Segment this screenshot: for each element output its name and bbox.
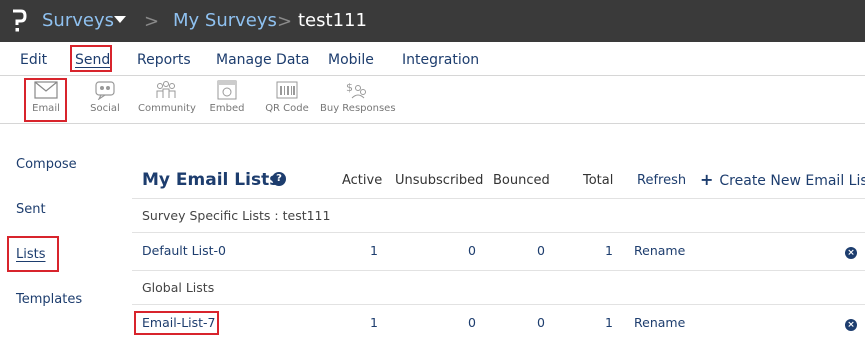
group-header-survey-specific: Survey Specific Lists : test111 [132,199,865,233]
table-row: Email-List-7 1 0 0 1 Rename × [132,305,865,343]
tool-community-label: Community [138,103,196,114]
menu-edit[interactable]: Edit [20,51,47,69]
column-header-unsubscribed: Unsubscribed [395,173,484,188]
breadcrumb-surveys[interactable]: Surveys [42,10,114,32]
embed-icon [217,80,237,100]
qr-code-icon [276,81,298,99]
page-title: My Email Lists [142,170,280,190]
column-header-bounced: Bounced [493,173,550,188]
top-bar: Surveys > My Surveys > test111 [0,0,865,42]
tool-buy-responses-label: Buy Responses [320,103,396,114]
sidebar-item-sent[interactable]: Sent [16,201,46,219]
menu-manage-data[interactable]: Manage Data [216,51,310,69]
delete-icon[interactable]: × [845,247,857,259]
breadcrumb-separator-2: > [277,11,293,32]
cell-active: 1 [370,315,378,330]
rename-link[interactable]: Rename [634,314,685,332]
email-highlight-box [24,78,67,122]
app-logo-icon[interactable] [11,8,27,34]
menu-integration[interactable]: Integration [402,51,479,69]
cell-unsubscribed: 0 [468,315,476,330]
tool-social[interactable]: Social [86,76,124,122]
send-highlight-box [70,45,112,72]
send-toolbar: Email Social Community Embed QR Code $ B… [0,76,865,124]
help-icon[interactable]: ? [272,172,286,186]
breadcrumb-my-surveys[interactable]: My Surveys [173,10,277,32]
community-icon [156,81,176,98]
cell-bounced: 0 [537,243,545,258]
list-name-link[interactable]: Default List-0 [142,242,226,260]
create-new-email-list-label: Create New Email List [719,173,865,189]
tool-qr-code-label: QR Code [265,103,309,114]
create-new-email-list-button[interactable]: + Create New Email List [700,170,865,191]
email-lists-panel: My Email Lists ? Active Unsubscribed Bou… [132,161,865,346]
rename-link[interactable]: Rename [634,242,685,260]
sidebar-item-compose[interactable]: Compose [16,156,77,174]
column-header-total: Total [583,173,614,188]
email-list-7-highlight-box [134,311,219,335]
tool-qr-code[interactable]: QR Code [265,76,309,122]
cell-total: 1 [605,315,613,330]
email-lists-header: My Email Lists ? Active Unsubscribed Bou… [132,161,865,199]
menu-mobile[interactable]: Mobile [328,51,374,69]
lists-highlight-box [7,236,59,272]
cell-unsubscribed: 0 [468,243,476,258]
buy-responses-icon: $ [346,81,366,99]
sidebar-item-templates[interactable]: Templates [16,291,82,309]
plus-icon: + [700,170,714,189]
tool-buy-responses[interactable]: $ Buy Responses [320,76,396,122]
column-header-active: Active [342,173,383,188]
tool-embed-label: Embed [209,103,245,114]
group-label: Survey Specific Lists : test111 [142,208,331,223]
breadcrumb-separator-1: > [144,11,160,32]
menu-reports[interactable]: Reports [137,51,191,69]
group-header-global: Global Lists [132,271,865,305]
cell-active: 1 [370,243,378,258]
social-icon [95,81,115,100]
group-label: Global Lists [142,280,215,295]
cell-bounced: 0 [537,315,545,330]
tool-embed[interactable]: Embed [207,76,247,122]
tool-community[interactable]: Community [138,76,196,122]
main-menu: Edit Send Reports Manage Data Mobile Int… [0,42,865,76]
cell-total: 1 [605,243,613,258]
delete-icon[interactable]: × [845,319,857,331]
tool-social-label: Social [90,103,120,114]
chevron-down-icon[interactable] [114,16,126,23]
table-row: Default List-0 1 0 0 1 Rename × [132,233,865,271]
svg-text:$: $ [346,81,353,94]
breadcrumb-current-survey: test111 [298,10,367,31]
refresh-link[interactable]: Refresh [637,172,686,190]
